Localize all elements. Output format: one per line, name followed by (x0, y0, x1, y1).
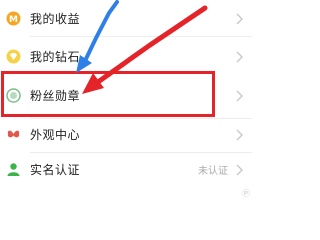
blue-arrow-icon (76, 0, 119, 73)
settings-screen: M 我的收益 我的钻石 粉丝勋章 外观中心 实名认证 未认证 Ⓟ (0, 0, 252, 200)
red-arrow-icon (82, 5, 208, 94)
watermark-logo: Ⓟ (242, 189, 250, 198)
annotation-arrows (76, 0, 208, 94)
